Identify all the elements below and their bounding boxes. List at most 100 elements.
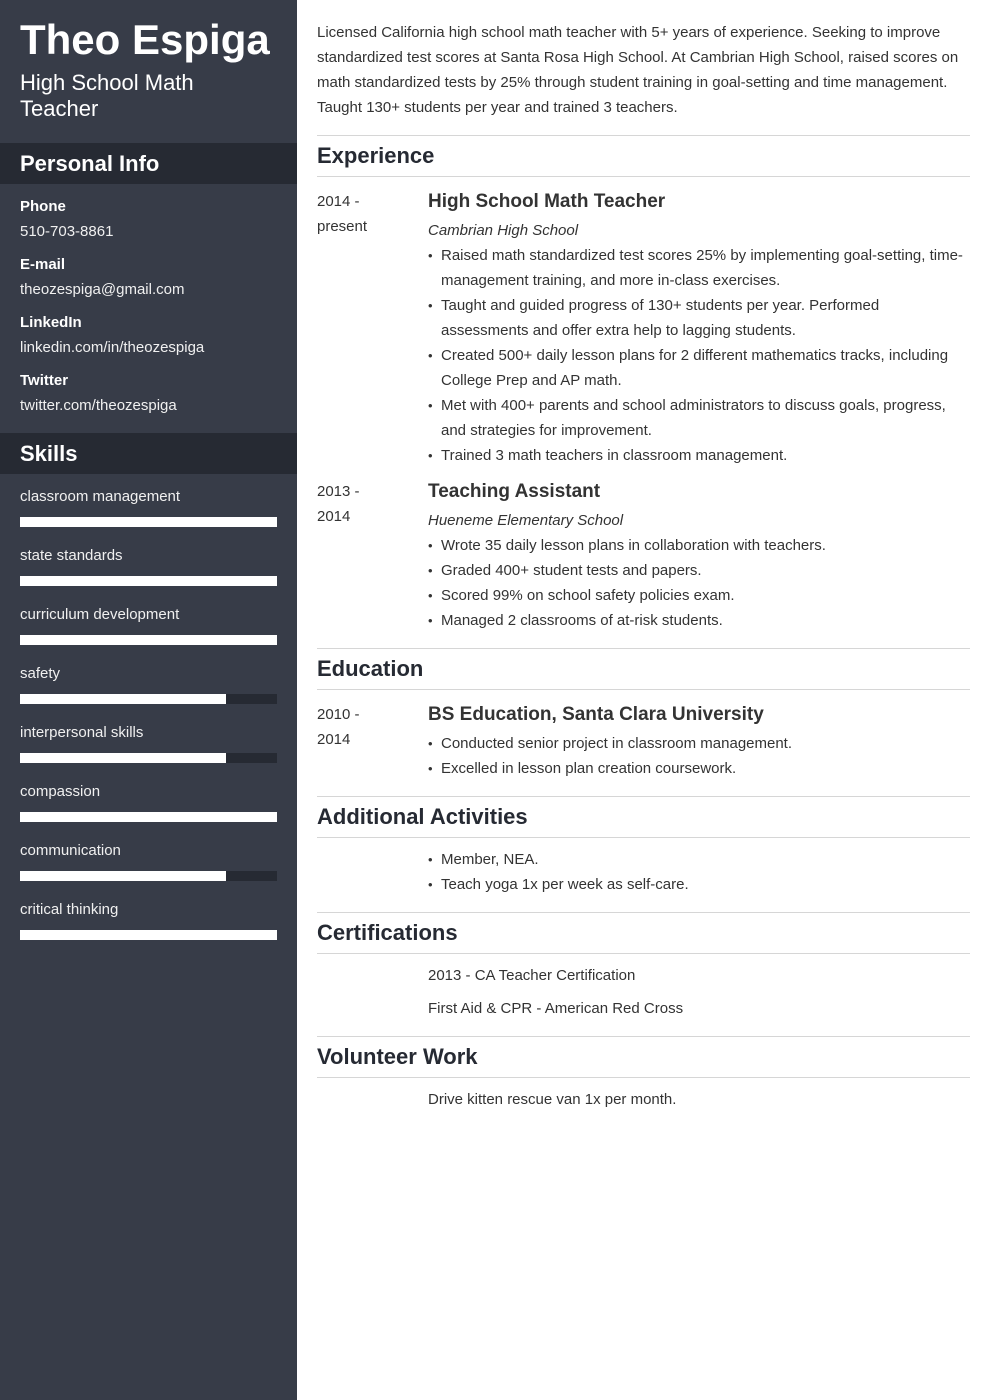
skill-level-fill: [20, 871, 226, 881]
bullet-item: Excelled in lesson plan creation coursew…: [428, 756, 970, 781]
email-value[interactable]: theozespiga@gmail.com: [20, 281, 280, 299]
certification-item: First Aid & CPR - American Red Cross: [428, 1000, 684, 1017]
bullet-item: Member, NEA.: [428, 847, 970, 872]
info-phone: Phone 510-703-8861: [20, 198, 280, 241]
entry-date: 2013 - 2014: [317, 479, 407, 529]
bullet-item: Trained 3 math teachers in classroom man…: [428, 443, 970, 468]
skills-heading: Skills: [20, 441, 78, 466]
candidate-title: High School Math Teacher: [20, 70, 194, 121]
info-email: E-mail theozespiga@gmail.com: [20, 256, 280, 299]
date-start: 2013 -: [317, 483, 360, 500]
volunteer-item: Drive kitten rescue van 1x per month.: [428, 1091, 677, 1108]
volunteer-section-header: Volunteer Work: [317, 1036, 970, 1078]
bullet-item: Managed 2 classrooms of at-risk students…: [428, 608, 970, 633]
skill-name: interpersonal skills: [20, 724, 144, 741]
bullet-item: Conducted senior project in classroom ma…: [428, 731, 970, 756]
skills-header: Skills: [0, 433, 297, 474]
skill-name: state standards: [20, 547, 123, 564]
bullet-list: Wrote 35 daily lesson plans in collabora…: [428, 533, 970, 633]
date-end: present: [317, 218, 368, 235]
skill-item: curriculum development: [20, 606, 277, 645]
education-section-header: Education: [317, 648, 970, 690]
skill-item: compassion: [20, 783, 277, 822]
skill-level-bar: [20, 812, 277, 822]
date-start: 2010 -: [317, 706, 360, 723]
activities-heading: Additional Activities: [317, 804, 528, 829]
summary: Licensed California high school math tea…: [317, 24, 959, 116]
skill-item: state standards: [20, 547, 277, 586]
education-heading: Education: [317, 656, 424, 681]
bullet-item: Scored 99% on school safety policies exa…: [428, 583, 970, 608]
skill-level-bar: [20, 753, 277, 763]
entry-body: Teaching Assistant Hueneme Elementary Sc…: [428, 479, 970, 633]
linkedin-link[interactable]: linkedin.com/in/theozespiga: [20, 339, 280, 357]
entry-body: Drive kitten rescue van 1x per month.: [428, 1087, 970, 1112]
organization: Cambrian High School: [428, 222, 579, 239]
skill-name: classroom management: [20, 488, 181, 505]
sidebar: Theo Espiga High School Math Teacher Per…: [0, 0, 297, 1400]
certifications-heading: Certifications: [317, 920, 458, 945]
candidate-name: Theo Espiga: [20, 16, 270, 63]
certifications-section-header: Certifications: [317, 912, 970, 954]
info-label: LinkedIn: [20, 314, 82, 331]
info-twitter: Twitter twitter.com/theozespiga: [20, 372, 280, 415]
skill-level-bar: [20, 694, 277, 704]
skill-name: compassion: [20, 783, 101, 800]
skill-name: critical thinking: [20, 901, 119, 918]
job-title: Teaching Assistant: [428, 481, 601, 502]
skill-level-fill: [20, 517, 277, 527]
skill-level-fill: [20, 930, 277, 940]
volunteer-heading: Volunteer Work: [317, 1044, 478, 1069]
skill-level-fill: [20, 635, 277, 645]
twitter-link[interactable]: twitter.com/theozespiga: [20, 397, 280, 415]
skill-level-fill: [20, 694, 226, 704]
skill-level-fill: [20, 576, 277, 586]
degree-title: BS Education, Santa Clara University: [428, 704, 764, 725]
certification-item: 2013 - CA Teacher Certification: [428, 967, 636, 984]
info-label: Phone: [20, 198, 66, 215]
activities-section-header: Additional Activities: [317, 796, 970, 838]
skill-level-bar: [20, 871, 277, 881]
skill-level-bar: [20, 635, 277, 645]
bullet-list: Conducted senior project in classroom ma…: [428, 731, 970, 781]
bullet-item: Met with 400+ parents and school adminis…: [428, 393, 970, 443]
date-end: 2014: [317, 508, 351, 525]
skill-item: critical thinking: [20, 901, 277, 940]
entry-body: BS Education, Santa Clara University Con…: [428, 702, 970, 781]
entry-date: 2014 - present: [317, 189, 407, 239]
personal-info-heading: Personal Info: [20, 151, 160, 176]
info-label: Twitter: [20, 372, 69, 389]
date-start: 2014 -: [317, 193, 360, 210]
skill-name: communication: [20, 842, 121, 859]
phone-value[interactable]: 510-703-8861: [20, 223, 280, 241]
bullet-item: Taught and guided progress of 130+ stude…: [428, 293, 970, 343]
bullet-list: Member, NEA. Teach yoga 1x per week as s…: [428, 847, 970, 897]
bullet-item: Created 500+ daily lesson plans for 2 di…: [428, 343, 970, 393]
skill-item: classroom management: [20, 488, 277, 527]
skill-level-bar: [20, 930, 277, 940]
skill-item: communication: [20, 842, 277, 881]
experience-section-header: Experience: [317, 135, 970, 177]
entry-body: High School Math Teacher Cambrian High S…: [428, 189, 970, 468]
entry-date: 2010 - 2014: [317, 702, 407, 752]
skill-level-fill: [20, 812, 277, 822]
entry-body: 2013 - CA Teacher Certification First Ai…: [428, 963, 970, 1021]
skill-level-fill: [20, 753, 226, 763]
skill-name: curriculum development: [20, 606, 180, 623]
personal-info-header: Personal Info: [0, 143, 297, 184]
info-linkedin: LinkedIn linkedin.com/in/theozespiga: [20, 314, 280, 357]
bullet-item: Teach yoga 1x per week as self-care.: [428, 872, 970, 897]
bullet-item: Wrote 35 daily lesson plans in collabora…: [428, 533, 970, 558]
skill-item: interpersonal skills: [20, 724, 277, 763]
organization: Hueneme Elementary School: [428, 512, 624, 529]
skill-level-bar: [20, 576, 277, 586]
bullet-item: Raised math standardized test scores 25%…: [428, 243, 970, 293]
skill-item: safety: [20, 665, 277, 704]
job-title: High School Math Teacher: [428, 191, 666, 212]
date-end: 2014: [317, 731, 351, 748]
skill-level-bar: [20, 517, 277, 527]
experience-heading: Experience: [317, 143, 435, 168]
bullet-item: Graded 400+ student tests and papers.: [428, 558, 970, 583]
bullet-list: Raised math standardized test scores 25%…: [428, 243, 970, 468]
info-label: E-mail: [20, 256, 66, 273]
